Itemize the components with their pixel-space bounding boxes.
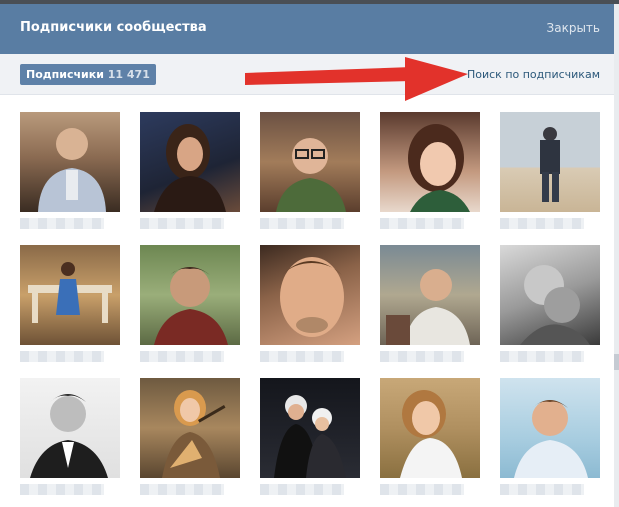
woman-balalaika-photo[interactable] bbox=[140, 378, 240, 478]
man-closeup-photo[interactable] bbox=[260, 245, 360, 345]
subscriber-name-redacted bbox=[500, 218, 584, 229]
couple-winter-photo[interactable] bbox=[260, 378, 360, 478]
subscriber-name-redacted bbox=[140, 218, 224, 229]
subscriber-name-redacted bbox=[260, 218, 344, 229]
subscriber-card[interactable] bbox=[500, 112, 600, 229]
subscriber-name-redacted bbox=[140, 484, 224, 495]
man-outdoors-photo[interactable] bbox=[140, 245, 240, 345]
search-subscribers-link[interactable]: Поиск по подписчикам bbox=[467, 68, 600, 81]
subscriber-card[interactable] bbox=[140, 378, 240, 495]
man-glasses-photo[interactable] bbox=[260, 112, 360, 212]
subscriber-card[interactable] bbox=[260, 378, 360, 495]
subscriber-card[interactable] bbox=[260, 245, 360, 362]
woman-smiling-photo[interactable] bbox=[380, 112, 480, 212]
subscriber-name-redacted bbox=[380, 484, 464, 495]
woman-blue-dress-photo[interactable] bbox=[20, 245, 120, 345]
man-on-beach-photo[interactable] bbox=[500, 112, 600, 212]
subscriber-name-redacted bbox=[260, 351, 344, 362]
subscriber-name-redacted bbox=[500, 351, 584, 362]
subscriber-card[interactable] bbox=[20, 245, 120, 362]
subscriber-name-redacted bbox=[20, 484, 104, 495]
woman-outdoor-photo[interactable] bbox=[380, 378, 480, 478]
modal-title: Подписчики сообщества bbox=[20, 20, 207, 35]
subscriber-name-redacted bbox=[140, 351, 224, 362]
subscriber-card[interactable] bbox=[380, 112, 480, 229]
scrollbar-thumb[interactable] bbox=[614, 354, 619, 370]
subscriber-name-redacted bbox=[380, 351, 464, 362]
subscribers-count: 11 471 bbox=[107, 68, 150, 81]
subscriber-card[interactable] bbox=[140, 245, 240, 362]
tab-subscribers-label: Подписчики bbox=[26, 68, 104, 81]
subscriber-name-redacted bbox=[20, 351, 104, 362]
subscriber-card[interactable] bbox=[500, 245, 600, 362]
man-at-table-photo[interactable] bbox=[380, 245, 480, 345]
woman-dark-hair-photo[interactable] bbox=[140, 112, 240, 212]
subscriber-card[interactable] bbox=[500, 378, 600, 495]
subscriber-card[interactable] bbox=[380, 245, 480, 362]
subscriber-card[interactable] bbox=[20, 112, 120, 229]
red-arrow-annotation bbox=[245, 57, 468, 101]
subscriber-card[interactable] bbox=[380, 378, 480, 495]
subscriber-card[interactable] bbox=[140, 112, 240, 229]
close-button[interactable]: Закрыть bbox=[547, 21, 600, 35]
man-in-suit-photo[interactable] bbox=[20, 112, 120, 212]
scrollbar[interactable] bbox=[614, 4, 619, 507]
modal-header: Подписчики сообщества Закрыть bbox=[0, 4, 614, 54]
subscriber-name-redacted bbox=[20, 218, 104, 229]
subscriber-name-redacted bbox=[260, 484, 344, 495]
subscriber-card[interactable] bbox=[260, 112, 360, 229]
subscriber-name-redacted bbox=[500, 484, 584, 495]
man-smiling-photo[interactable] bbox=[500, 378, 600, 478]
couple-bw-photo[interactable] bbox=[500, 245, 600, 345]
tab-subscribers[interactable]: Подписчики 11 471 bbox=[20, 64, 156, 85]
subscriber-card[interactable] bbox=[20, 378, 120, 495]
subscriber-name-redacted bbox=[380, 218, 464, 229]
man-bw-portrait-photo[interactable] bbox=[20, 378, 120, 478]
